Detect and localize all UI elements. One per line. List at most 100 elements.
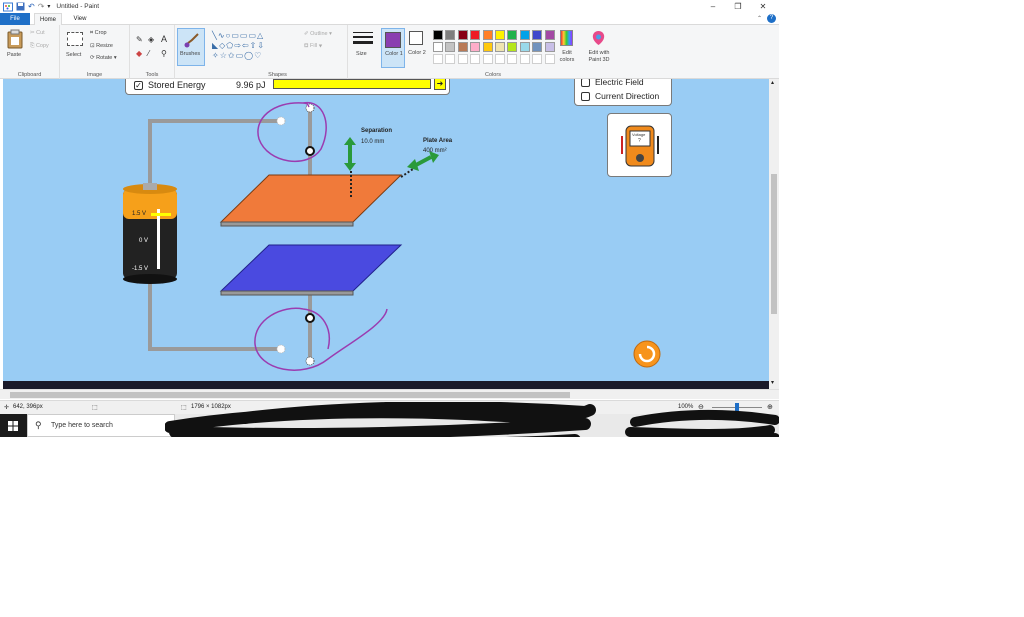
- tab-file[interactable]: File: [0, 13, 30, 25]
- copy-button[interactable]: ⎘ Copy: [30, 43, 49, 50]
- color1-swatch: [385, 32, 401, 48]
- palette-swatch[interactable]: [457, 30, 468, 40]
- palette-swatch[interactable]: [544, 42, 555, 52]
- palette-swatch[interactable]: [544, 54, 555, 64]
- start-button[interactable]: [0, 414, 27, 437]
- resize-button[interactable]: ⊡ Resize: [90, 43, 113, 49]
- minimize-button[interactable]: –: [701, 0, 725, 13]
- palette-swatch[interactable]: [519, 42, 530, 52]
- brushes-label: Brushes: [180, 51, 201, 57]
- palette-swatch[interactable]: [482, 54, 493, 64]
- palette-swatch[interactable]: [507, 30, 518, 40]
- palette-swatch[interactable]: [433, 54, 443, 64]
- edit-paint3d-button[interactable]: Edit with Paint 3D: [582, 28, 616, 68]
- tab-home[interactable]: Home: [34, 13, 62, 25]
- clipboard-group: Paste ✂ Cut ⎘ Copy Clipboard: [0, 25, 60, 79]
- palette-swatch[interactable]: [519, 54, 530, 64]
- palette-swatch[interactable]: [470, 30, 481, 40]
- shapes-row-1-icons: ╲∿○▭▭▭△: [212, 31, 265, 40]
- close-button[interactable]: ✕: [751, 0, 775, 13]
- palette-swatch[interactable]: [445, 30, 456, 40]
- palette-swatch[interactable]: [482, 42, 493, 52]
- palette-swatch[interactable]: [495, 42, 505, 52]
- brushes-button[interactable]: Brushes: [177, 28, 205, 66]
- shapes-group: ╲∿○▭▭▭△ ◣◇⬠⇨⇦⇧⇩ ✧☆✩▭◯♡ ✐ Outline ▾ ⛾ Fil…: [208, 25, 348, 79]
- help-icon[interactable]: ?: [767, 14, 776, 23]
- select-label[interactable]: Select: [66, 52, 81, 58]
- fill-icon: ⛾: [304, 43, 309, 49]
- paint3d-icon: [592, 31, 605, 45]
- drawing-canvas[interactable]: ✓ Stored Energy 9.96 pJ ➜ Electric Field…: [3, 79, 769, 389]
- palette-swatch[interactable]: [507, 54, 518, 64]
- shapes-row-2-icons: ◣◇⬠⇨⇦⇧⇩: [212, 41, 266, 50]
- colors-group: Colors: [429, 25, 557, 79]
- fill-label: Fill: [310, 43, 318, 49]
- crop-label: Crop: [94, 30, 107, 36]
- undo-icon[interactable]: ↶: [28, 2, 35, 11]
- copy-icon: ⎘: [30, 43, 35, 49]
- outline-button[interactable]: ✐ Outline ▾: [304, 31, 332, 37]
- scroll-down-icon[interactable]: ▾: [771, 379, 774, 386]
- horizontal-scroll-thumb[interactable]: [10, 392, 570, 398]
- plate-area-dotted-line: [400, 168, 414, 178]
- paste-label[interactable]: Paste: [7, 52, 21, 58]
- edit-paint3d-label: Edit with Paint 3D: [588, 50, 610, 63]
- crop-button[interactable]: ⌗ Crop: [90, 30, 107, 37]
- palette-swatch[interactable]: [445, 54, 456, 64]
- fill-bucket-icon[interactable]: ◈: [148, 35, 154, 44]
- rotate-button[interactable]: ⟳ Rotate ▾: [90, 55, 117, 61]
- capacitor-circuit: [123, 101, 661, 371]
- vertical-scroll-thumb[interactable]: [771, 174, 777, 314]
- taskbar-search-box[interactable]: ⚲ Type here to search: [27, 414, 175, 437]
- separation-label: Separation: [361, 128, 393, 134]
- resize-label: Resize: [96, 43, 113, 49]
- palette-swatch[interactable]: [457, 42, 468, 52]
- palette-swatch[interactable]: [495, 54, 505, 64]
- tab-view[interactable]: View: [66, 13, 94, 25]
- redo-icon[interactable]: ↷: [38, 2, 45, 11]
- palette-swatch[interactable]: [433, 30, 443, 40]
- pencil-icon[interactable]: ✎: [136, 35, 143, 44]
- color1-button[interactable]: Color 1: [381, 28, 405, 68]
- size-button[interactable]: Size: [351, 28, 375, 68]
- palette-swatch[interactable]: [532, 30, 543, 40]
- horizontal-scrollbar[interactable]: [0, 389, 779, 399]
- edit-colors-button[interactable]: Edit colors: [557, 28, 577, 68]
- maximize-button[interactable]: ❐: [726, 0, 750, 13]
- palette-swatch[interactable]: [457, 54, 468, 64]
- collapse-ribbon-icon[interactable]: ⌃: [757, 15, 762, 22]
- scroll-up-icon[interactable]: ▴: [771, 79, 774, 86]
- fill-button[interactable]: ⛾ Fill ▾: [304, 43, 322, 50]
- shapes-gallery[interactable]: ╲∿○▭▭▭△ ◣◇⬠⇨⇦⇧⇩ ✧☆✩▭◯♡: [212, 31, 298, 61]
- select-icon[interactable]: [67, 32, 83, 46]
- color-picker-icon[interactable]: ⁄: [148, 49, 149, 58]
- palette-swatch[interactable]: [445, 42, 456, 52]
- palette-swatch[interactable]: [532, 54, 543, 64]
- top-wire-probe: [276, 116, 286, 126]
- palette-swatch[interactable]: [519, 30, 530, 40]
- bottom-wire-probe: [276, 344, 286, 354]
- separation-value: 10.0 mm: [361, 139, 385, 145]
- palette-swatch[interactable]: [433, 42, 443, 52]
- palette-swatch[interactable]: [495, 30, 505, 40]
- save-icon[interactable]: [16, 2, 25, 11]
- customize-qa-icon[interactable]: ▾: [47, 3, 50, 10]
- color2-label: Color 2: [408, 50, 426, 56]
- eraser-icon[interactable]: ◆: [136, 49, 142, 58]
- palette-swatch[interactable]: [544, 30, 555, 40]
- edit-colors-label: Edit colors: [559, 50, 575, 63]
- rotate-icon: ⟳: [90, 55, 95, 61]
- palette-swatch[interactable]: [470, 42, 481, 52]
- palette-swatch[interactable]: [482, 30, 493, 40]
- palette-swatch[interactable]: [470, 54, 481, 64]
- color1-label: Color 1: [385, 51, 403, 57]
- top-node: [305, 146, 315, 156]
- paste-icon[interactable]: [6, 29, 24, 49]
- color2-button[interactable]: Color 2: [406, 28, 428, 68]
- palette-swatch[interactable]: [532, 42, 543, 52]
- vertical-scrollbar[interactable]: ▴ ▾: [769, 79, 779, 389]
- cut-button[interactable]: ✂ Cut: [30, 30, 45, 36]
- magnifier-icon[interactable]: ⚲: [161, 49, 167, 58]
- text-icon[interactable]: A: [161, 34, 167, 44]
- palette-swatch[interactable]: [507, 42, 518, 52]
